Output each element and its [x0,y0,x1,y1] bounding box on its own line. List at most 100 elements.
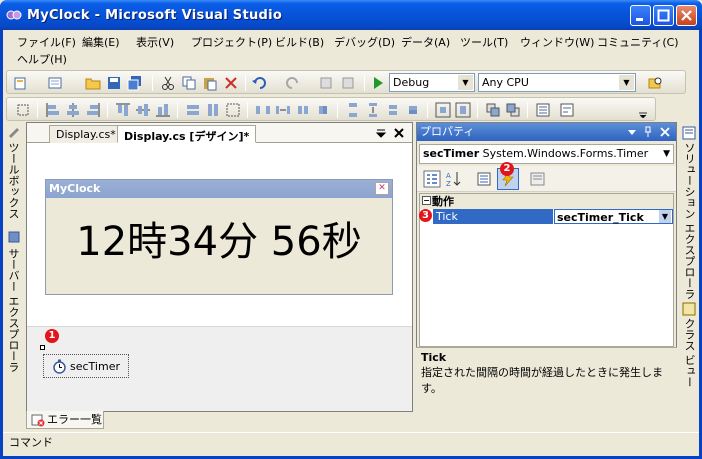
redo-icon[interactable] [285,75,301,91]
horizontal-spacing-icon[interactable] [255,102,271,118]
error-list-tab[interactable]: エラー一覧 [26,411,104,429]
selection-handle [40,345,45,350]
close-properties-icon[interactable] [660,127,670,137]
align-to-grid-icon[interactable] [15,102,31,118]
align-lefts-icon[interactable] [45,102,61,118]
menu-community[interactable]: コミュニティ(C) [597,34,679,50]
design-surface[interactable]: MyClock ✕ 12時34分 56秒 [27,143,412,326]
align-tops-icon[interactable] [115,102,131,118]
collapse-icon[interactable]: − [422,196,431,205]
menu-debug[interactable]: デバッグ(D) [334,34,395,50]
chevron-down-icon[interactable]: ▼ [659,210,671,223]
form-designer-window[interactable]: MyClock ✕ 12時34分 56秒 [45,179,393,295]
toolbox-tab[interactable]: ツールボックス [5,142,21,219]
cut-icon[interactable] [160,75,176,91]
menu-build[interactable]: ビルド(B) [275,34,324,50]
minimize-button[interactable] [630,5,651,26]
save-all-icon[interactable] [127,75,143,91]
navigate-forward-icon[interactable] [340,75,356,91]
window-position-icon[interactable] [627,127,637,137]
menu-data[interactable]: データ(A) [401,34,450,50]
center-horizontally-icon[interactable] [435,102,451,118]
open-folder-icon[interactable] [85,75,101,91]
chevron-down-icon: ▼ [619,75,634,90]
make-same-height-icon[interactable] [205,102,221,118]
property-pages-icon[interactable] [529,170,547,188]
class-view-tab[interactable]: クラス ビュー [681,318,697,388]
remove-vertical-spacing-icon[interactable] [405,102,421,118]
solution-configuration-select[interactable]: Debug ▼ [389,73,475,92]
make-same-width-icon[interactable] [185,102,201,118]
visual-studio-icon [6,10,22,20]
find-in-files-icon[interactable] [647,75,663,91]
pin-icon[interactable] [643,126,653,138]
property-value: secTimer_Tick [557,211,644,224]
vertical-spacing-icon[interactable] [345,102,361,118]
timer-component[interactable]: secTimer [43,354,129,378]
toolbar-separator [177,102,178,118]
align-bottoms-icon[interactable] [155,102,171,118]
menu-tools[interactable]: ツール(T) [460,34,508,50]
decrease-spacing-icon[interactable] [295,102,311,118]
properties-view-icon[interactable] [475,170,493,188]
categorized-icon[interactable] [423,170,441,188]
add-project-icon[interactable] [13,75,29,91]
category-row[interactable]: − 動作 [420,194,673,209]
document-menu-icon[interactable] [375,127,387,139]
alphabetical-icon[interactable]: AZ [445,170,463,188]
toolbar-separator [527,102,528,118]
tab-order-icon[interactable] [535,102,551,118]
toolbar-options-icon[interactable] [635,102,651,118]
callout-marker-2: 2 [500,162,514,176]
maximize-button[interactable] [653,5,674,26]
server-explorer-tab[interactable]: サーバー エクスプローラ [5,248,21,373]
document-tab-strip: Display.cs* Display.cs [デザイン]* [27,123,412,143]
remove-spacing-icon[interactable] [315,102,331,118]
close-button[interactable] [676,5,697,26]
undo-icon[interactable] [251,75,267,91]
description-text: 指定された間隔の時間が経過したときに発生します。 [421,366,663,395]
stopwatch-icon [53,359,66,374]
tab-display-cs-design[interactable]: Display.cs [デザイン]* [117,125,257,143]
menu-help[interactable]: ヘルプ(H) [17,51,67,67]
close-document-icon[interactable] [393,127,405,139]
object-selector[interactable]: secTimer System.Windows.Forms.Timer ▼ [419,144,674,164]
title-bar[interactable]: MyClock - Microsoft Visual Studio [0,0,702,30]
bring-to-front-icon[interactable] [485,102,501,118]
add-item-icon[interactable] [47,75,63,91]
property-row-tick[interactable]: 3 Tick secTimer_Tick ▼ [419,209,673,224]
increase-spacing-icon[interactable] [275,102,291,118]
menu-view[interactable]: 表示(V) [136,34,174,50]
paste-icon[interactable] [202,75,218,91]
menu-edit[interactable]: 編集(E) [82,34,120,50]
svg-text:A: A [446,172,451,180]
solution-platform-select[interactable]: Any CPU ▼ [478,73,636,92]
properties-title-bar: プロパティ [417,123,676,141]
menu-project[interactable]: プロジェクト(P) [191,34,272,50]
align-centers-icon[interactable] [65,102,81,118]
property-value-field[interactable]: secTimer_Tick ▼ [554,209,673,224]
center-vertically-icon[interactable] [455,102,471,118]
tab-display-cs[interactable]: Display.cs* [49,125,123,143]
delete-icon[interactable] [223,75,239,91]
make-same-size-icon[interactable] [225,102,241,118]
start-debugging-icon[interactable] [370,75,386,91]
menu-window[interactable]: ウィンドウ(W) [520,34,594,50]
copy-icon[interactable] [181,75,197,91]
align-rights-icon[interactable] [85,102,101,118]
save-icon[interactable] [106,75,122,91]
property-name[interactable]: Tick [433,209,553,224]
toolbar-separator [247,102,248,118]
decrease-vertical-spacing-icon[interactable] [385,102,401,118]
callout-marker-1: 1 [45,329,59,343]
align-middles-icon[interactable] [135,102,151,118]
send-to-back-icon[interactable] [505,102,521,118]
clock-label[interactable]: 12時34分 56秒 [46,198,392,295]
command-label[interactable]: コマンド [9,436,53,449]
lock-controls-icon[interactable] [559,102,575,118]
solution-explorer-tab[interactable]: ソリューション エクスプローラ [681,142,697,300]
navigate-backward-icon[interactable] [318,75,334,91]
increase-vertical-spacing-icon[interactable] [365,102,381,118]
menu-file[interactable]: ファイル(F) [17,34,76,50]
object-name: secTimer [423,147,480,160]
